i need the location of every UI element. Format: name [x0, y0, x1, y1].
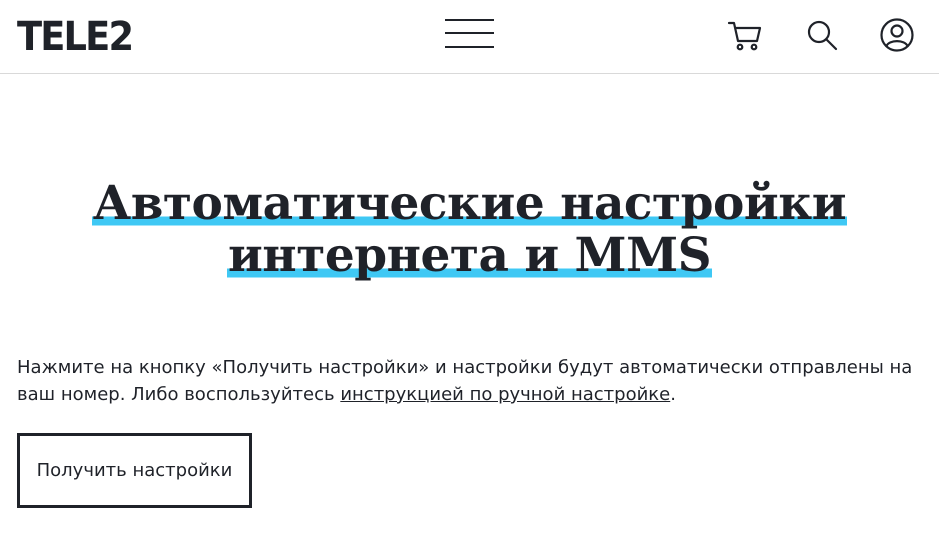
page-title-line-2: интернета и MMS: [226, 228, 713, 283]
manual-setup-link[interactable]: инструкцией по ручной настройке: [340, 384, 670, 405]
menu-line: [445, 32, 494, 34]
cart-icon[interactable]: [727, 17, 763, 53]
hamburger-menu-icon[interactable]: [445, 18, 495, 50]
description-text: Нажмите на кнопку «Получить настройки» и…: [17, 354, 917, 408]
description-text-end: .: [670, 384, 676, 405]
user-icon[interactable]: [879, 17, 915, 53]
page-title: Автоматические настройки интернета и MMS: [0, 176, 939, 283]
site-header: TELE2: [0, 0, 939, 74]
page-title-line-1: Автоматические настройки: [91, 176, 848, 231]
get-settings-button[interactable]: Получить настройки: [17, 433, 252, 508]
search-icon[interactable]: [804, 17, 840, 53]
menu-line: [445, 19, 494, 21]
menu-line: [445, 46, 494, 48]
tele2-logo[interactable]: TELE2: [17, 14, 134, 60]
